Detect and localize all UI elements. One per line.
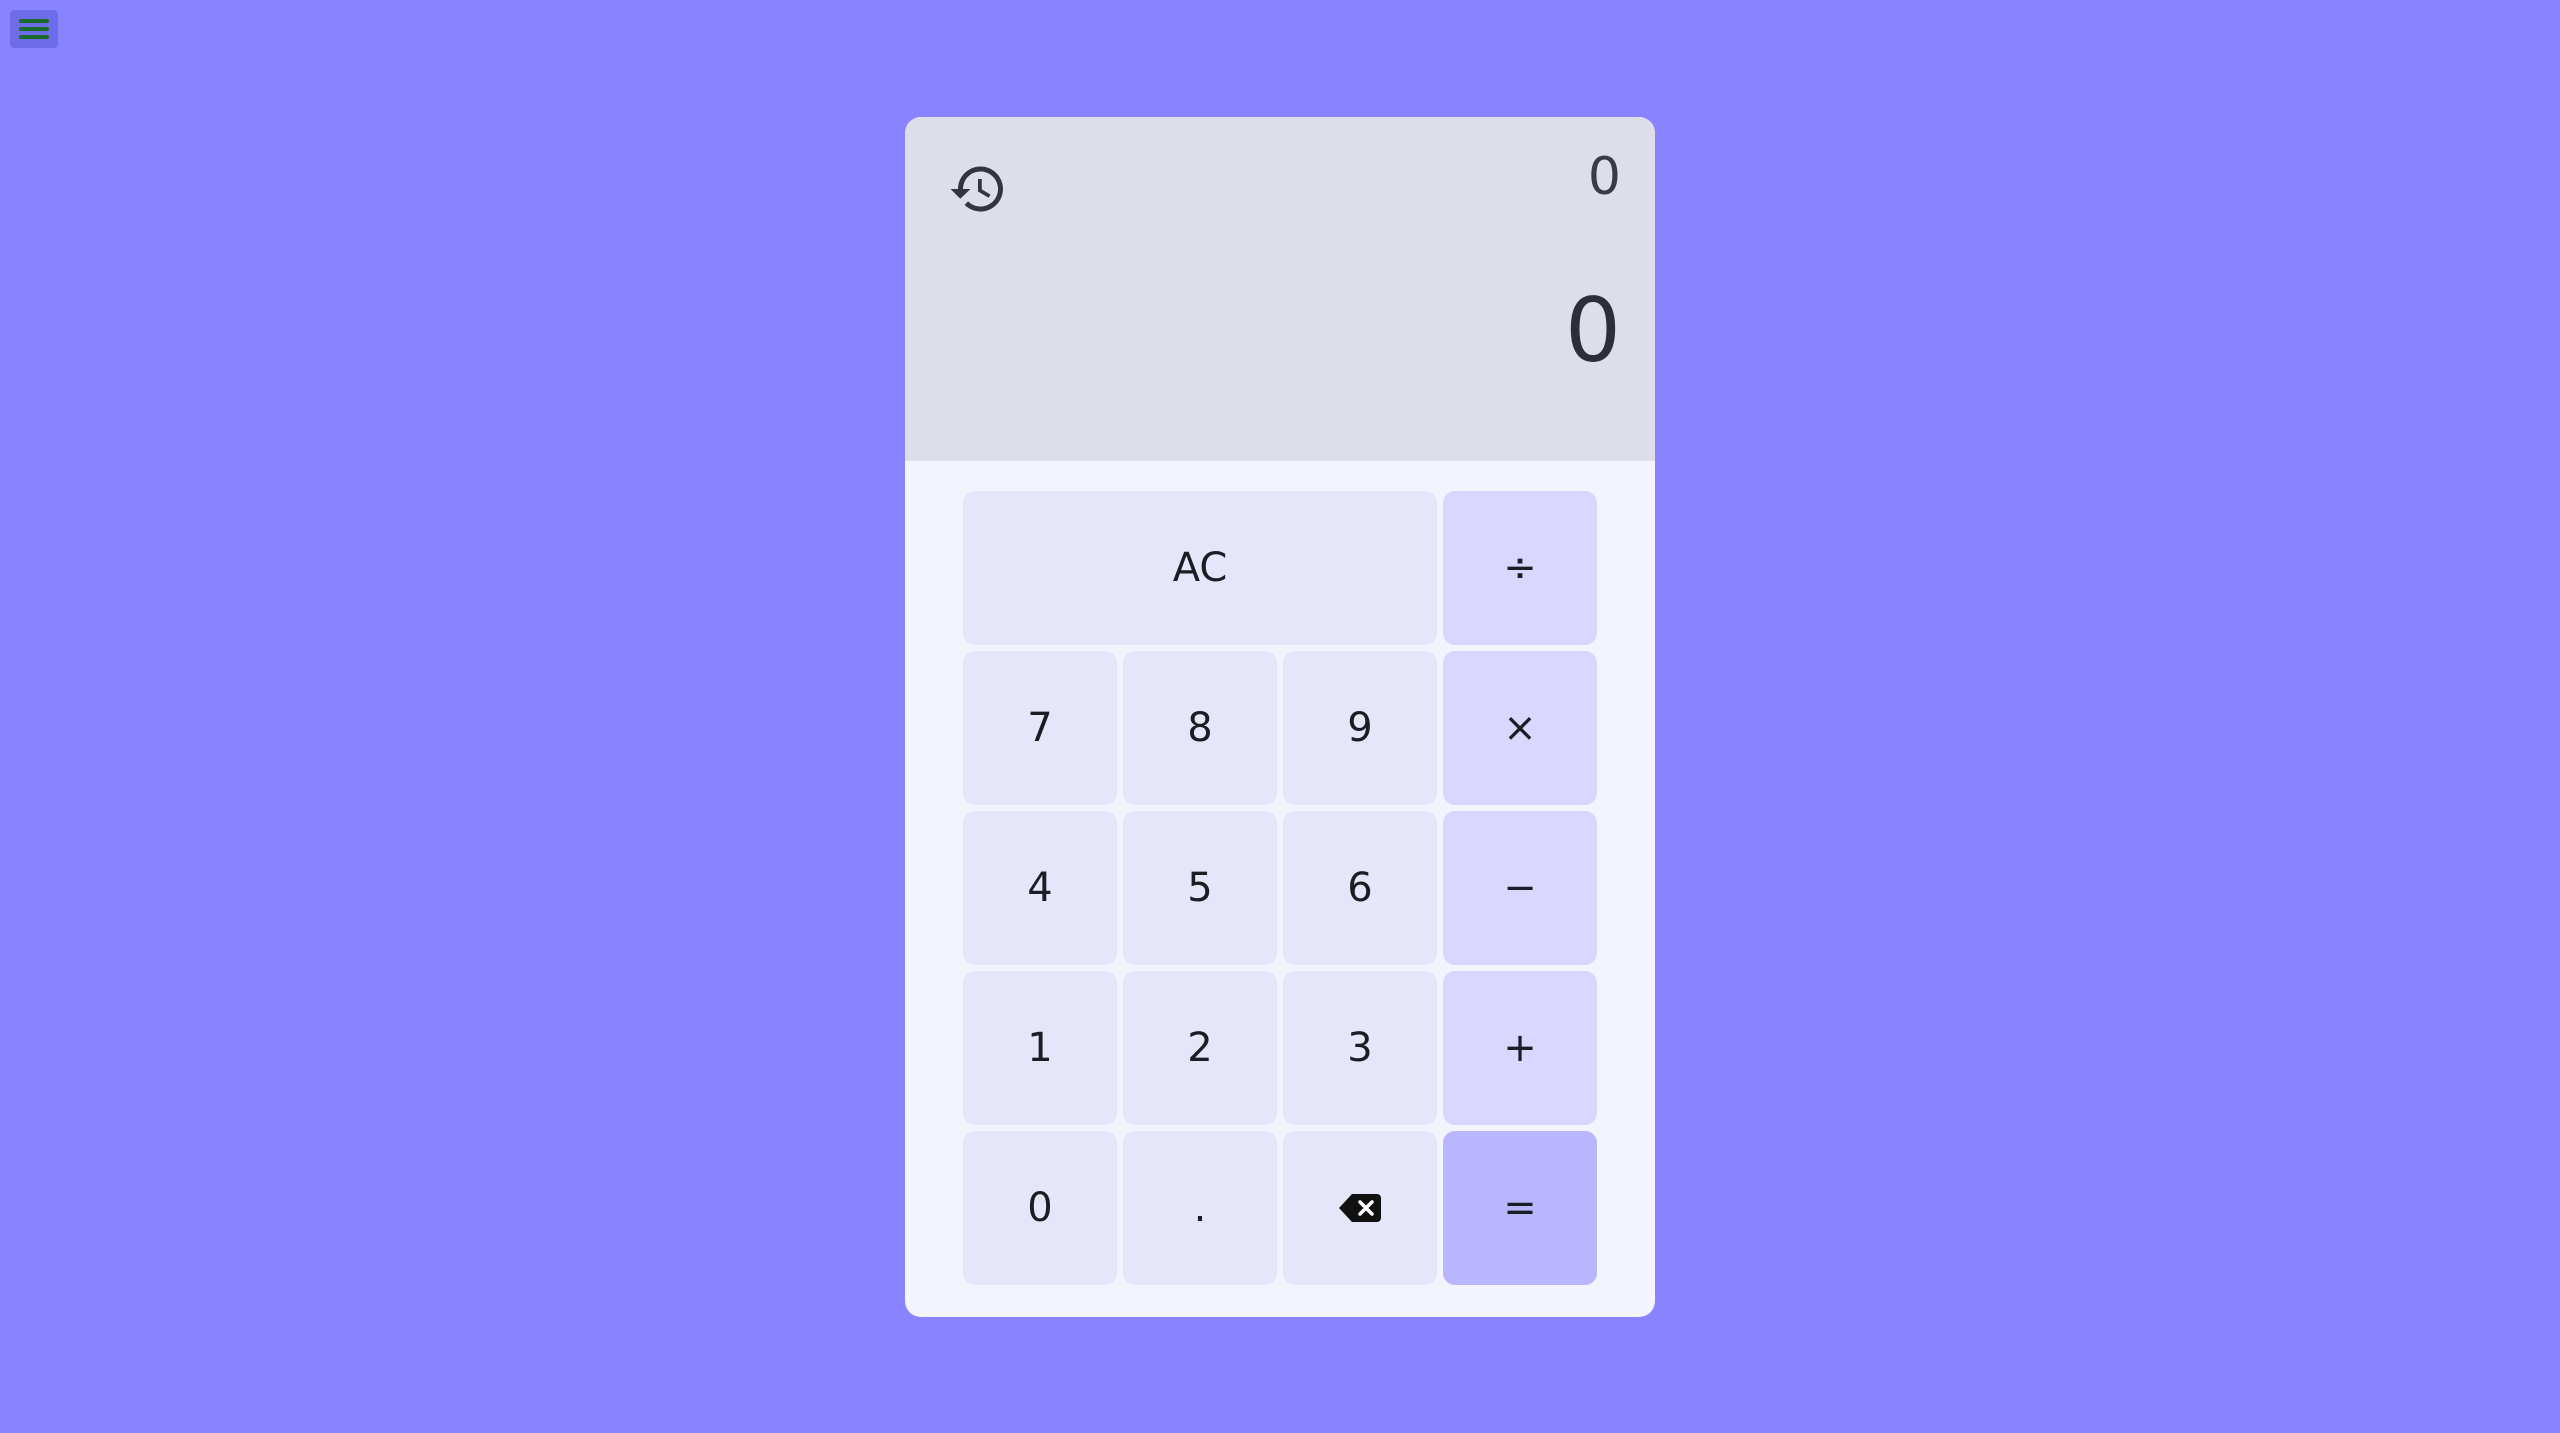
menu-button[interactable]	[10, 10, 58, 48]
equals-button[interactable]: =	[1443, 1131, 1597, 1285]
clear-button[interactable]: AC	[963, 491, 1437, 645]
add-button[interactable]: +	[1443, 971, 1597, 1125]
subtract-button[interactable]: −	[1443, 811, 1597, 965]
expression-display: 0	[1587, 147, 1621, 207]
digit-5-button[interactable]: 5	[1123, 811, 1277, 965]
result-display: 0	[1565, 279, 1621, 382]
decimal-button[interactable]: .	[1123, 1131, 1277, 1285]
divide-button[interactable]: ÷	[1443, 491, 1597, 645]
digit-0-button[interactable]: 0	[963, 1131, 1117, 1285]
digit-3-button[interactable]: 3	[1283, 971, 1437, 1125]
backspace-icon	[1339, 1194, 1381, 1222]
digit-1-button[interactable]: 1	[963, 971, 1117, 1125]
keypad: AC ÷ 7 8 9 × 4 5 6 − 1 2 3 + 0 . =	[963, 491, 1603, 1285]
digit-7-button[interactable]: 7	[963, 651, 1117, 805]
multiply-button[interactable]: ×	[1443, 651, 1597, 805]
digit-4-button[interactable]: 4	[963, 811, 1117, 965]
history-icon	[950, 166, 1003, 211]
calculator-display: 0 0	[905, 117, 1655, 461]
digit-8-button[interactable]: 8	[1123, 651, 1277, 805]
history-button[interactable]	[943, 155, 1013, 225]
hamburger-menu-icon	[19, 19, 49, 39]
calculator: 0 0 AC ÷ 7 8 9 × 4 5 6 − 1 2 3 + 0 . =	[905, 117, 1655, 1317]
backspace-button[interactable]	[1283, 1131, 1437, 1285]
digit-6-button[interactable]: 6	[1283, 811, 1437, 965]
digit-9-button[interactable]: 9	[1283, 651, 1437, 805]
digit-2-button[interactable]: 2	[1123, 971, 1277, 1125]
